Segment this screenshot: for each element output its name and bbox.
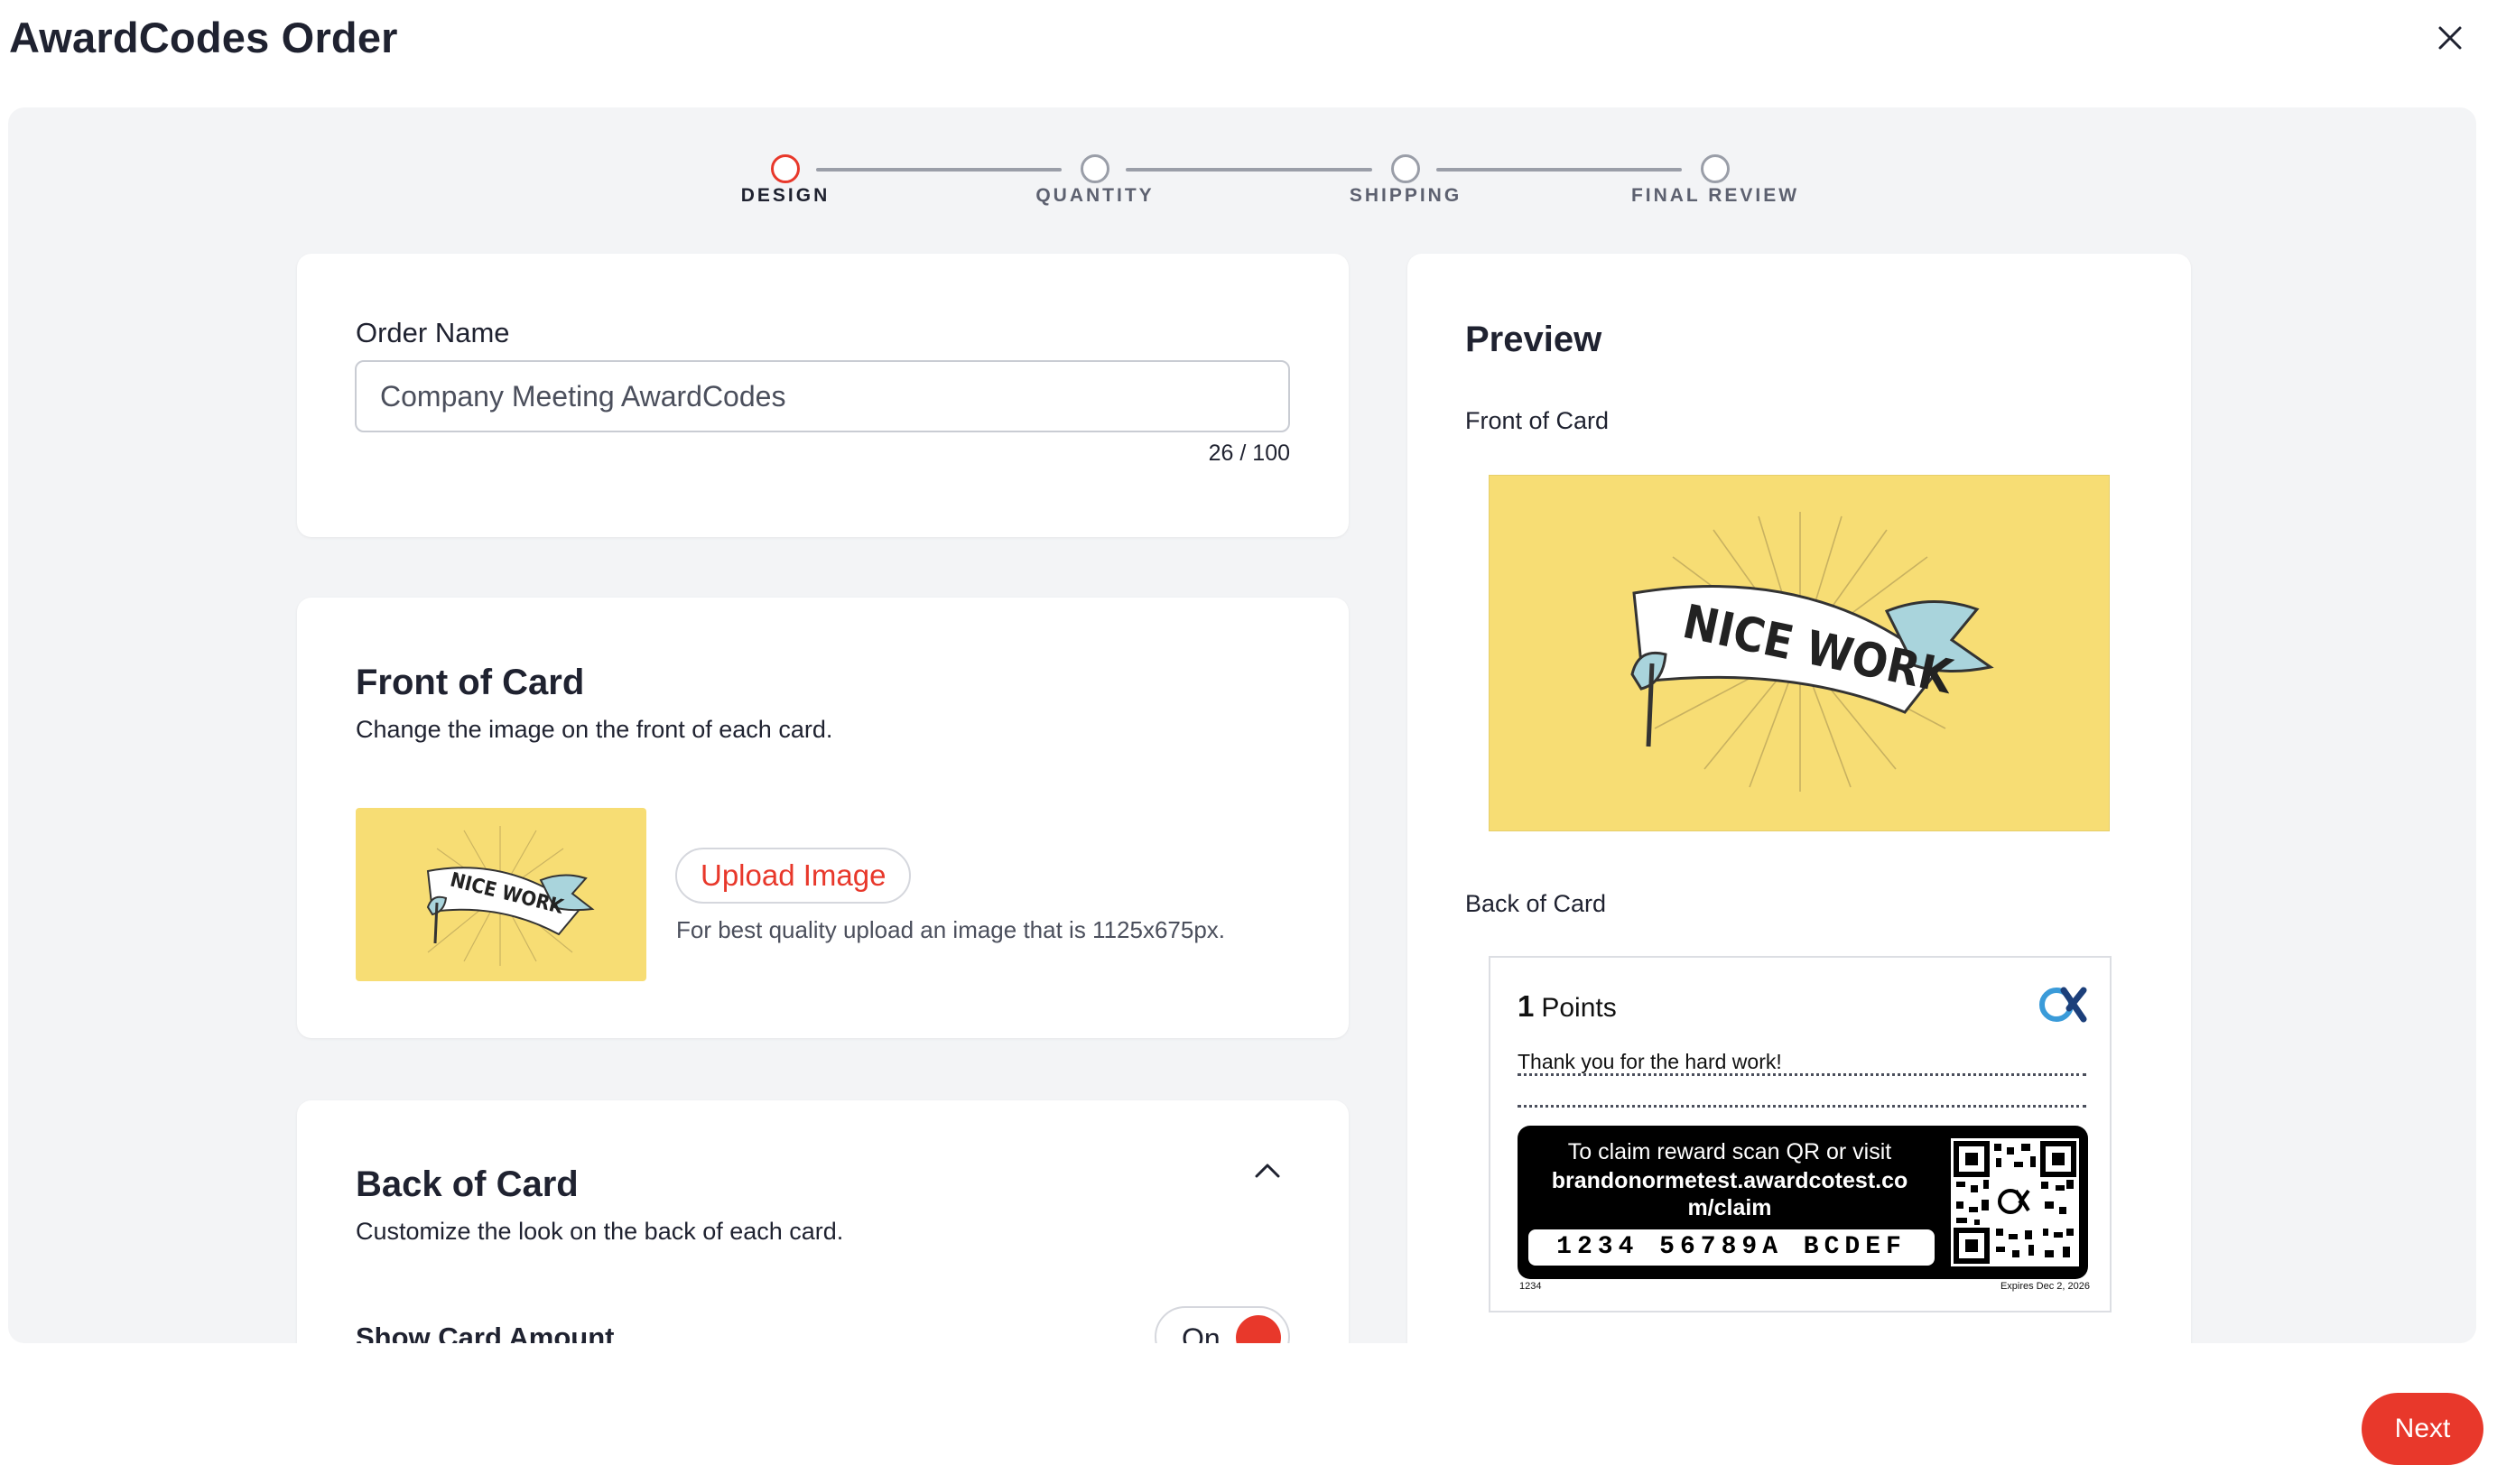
preview-front-label: Front of Card (1465, 407, 1610, 434)
claim-instructions: To claim reward scan QR or visit brandon… (1518, 1126, 2088, 1279)
close-button[interactable] (2432, 20, 2468, 56)
preview-heading: Preview (1465, 320, 1602, 359)
front-of-card-description: Change the image on the front of each ca… (356, 716, 833, 743)
points-amount: 1 Points (1518, 989, 1617, 1024)
step-quantity-label[interactable]: QUANTITY (978, 185, 1212, 207)
step-final-review-indicator[interactable] (1701, 154, 1730, 183)
preview-back-label: Back of Card (1465, 890, 1607, 917)
order-name-input[interactable] (355, 360, 1290, 432)
points-unit: Points (1541, 993, 1617, 1023)
step-design-indicator[interactable] (771, 154, 800, 183)
card-message: Thank you for the hard work! (1518, 1050, 1782, 1073)
back-of-card-heading: Back of Card (356, 1164, 579, 1204)
front-of-card-heading: Front of Card (356, 663, 585, 702)
preview-panel: Preview Front of Card NICE WORK Back of … (1407, 254, 2191, 1343)
upload-image-button[interactable]: Upload Image (675, 848, 912, 904)
toggle-state-label: On (1182, 1322, 1221, 1343)
step-shipping-label[interactable]: SHIPPING (1288, 185, 1523, 207)
toggle-knob (1236, 1315, 1281, 1343)
step-connector (1436, 168, 1682, 172)
points-value: 1 (1518, 989, 1535, 1023)
awardco-logo-icon (2039, 987, 2087, 1023)
page-title: AwardCodes Order (9, 14, 398, 61)
qr-code (1951, 1138, 2079, 1266)
order-name-card: Order Name 26 / 100 (297, 254, 1349, 537)
next-button[interactable]: Next (2362, 1393, 2483, 1465)
close-icon (2438, 26, 2462, 50)
claim-url-line2: m/claim (1687, 1195, 1772, 1220)
step-connector (1126, 168, 1372, 172)
collapse-section-button[interactable] (1249, 1153, 1286, 1189)
upload-size-hint: For best quality upload an image that is… (676, 916, 1226, 943)
message-divider (1518, 1105, 2086, 1108)
order-name-label: Order Name (356, 317, 510, 348)
chevron-up-icon (1255, 1164, 1280, 1178)
order-wizard: DESIGN QUANTITY SHIPPING FINAL REVIEW Or… (8, 107, 2476, 1343)
progress-stepper: DESIGN QUANTITY SHIPPING FINAL REVIEW (8, 107, 2476, 225)
step-design-label[interactable]: DESIGN (668, 185, 903, 207)
step-connector (816, 168, 1062, 172)
show-card-amount-label: Show Card Amount (356, 1322, 615, 1343)
step-final-review-label[interactable]: FINAL REVIEW (1598, 185, 1833, 207)
front-image-thumbnail: NICE WORK (356, 808, 646, 981)
card-expiry: Expires Dec 2, 2026 (2000, 1281, 2090, 1292)
step-shipping-indicator[interactable] (1391, 154, 1420, 183)
step-quantity-indicator[interactable] (1081, 154, 1109, 183)
front-of-card-section: Front of Card Change the image on the fr… (297, 598, 1349, 1038)
front-card-preview: NICE WORK (1489, 475, 2110, 831)
redemption-code: 1234 56789A BCDEF (1528, 1229, 1935, 1266)
claim-url-line1: brandonormetest.awardcotest.co (1551, 1168, 1908, 1193)
back-of-card-section: Back of Card Customize the look on the b… (297, 1100, 1349, 1343)
show-card-amount-toggle[interactable]: On (1155, 1306, 1290, 1343)
character-counter: 26 / 100 (1208, 441, 1290, 466)
claim-url: brandonormetest.awardcotest.co m/claim (1518, 1167, 1942, 1221)
claim-text: To claim reward scan QR or visit (1567, 1139, 1892, 1164)
card-serial: 1234 (1519, 1281, 1542, 1292)
back-card-preview: 1 Points Thank you for the hard work! To … (1489, 956, 2112, 1312)
back-of-card-description: Customize the look on the back of each c… (356, 1218, 844, 1245)
message-divider (1518, 1073, 2086, 1076)
